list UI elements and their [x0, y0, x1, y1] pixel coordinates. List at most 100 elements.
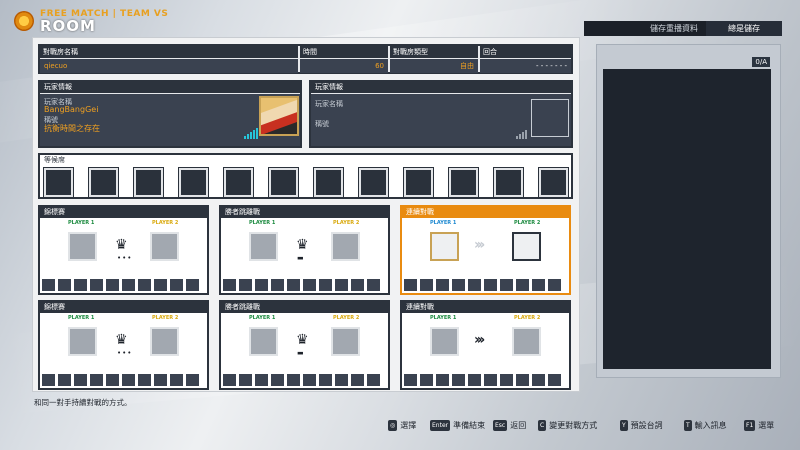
player2-label: PLAYER 2	[333, 315, 360, 321]
player2-label: PLAYER 2	[514, 220, 541, 226]
dpad-icon: ◎	[388, 420, 398, 431]
match-card-tournament[interactable]: 錦標賽 PLAYER 1 PLAYER 2 ♛ •••	[38, 205, 209, 295]
match-title: 錦標賽	[40, 302, 207, 313]
waiting-slot-1[interactable]	[43, 167, 74, 198]
connection-signal-icon	[516, 130, 527, 139]
room-name-value: qiecuo	[40, 59, 298, 73]
waiting-slot-8[interactable]	[358, 167, 389, 198]
room-main-panel: 對戰房名稱 時間 對戰房類型 回合 qiecuo 60 自由 - - - - -…	[32, 37, 580, 392]
player1-label: PLAYER 1	[249, 315, 276, 321]
match-slots	[42, 279, 199, 291]
waiting-slot-5[interactable]	[223, 167, 254, 198]
connection-signal-icon	[244, 128, 258, 139]
y-key-icon: Y	[620, 420, 628, 431]
player2-label: PLAYER 2	[333, 220, 360, 226]
control-preset-lines[interactable]: Y 預設台詞	[620, 420, 663, 431]
player1-label: PLAYER 1	[430, 220, 457, 226]
character-portrait	[259, 96, 299, 136]
save-replay-setting[interactable]: 儲存重播資料 總是儲存	[584, 21, 782, 36]
waiting-slot-4[interactable]	[178, 167, 209, 198]
match-title: 連續對戰	[402, 302, 569, 313]
empty-portrait-slot	[531, 99, 569, 137]
waiting-slot-9[interactable]	[403, 167, 434, 198]
player2-slot	[331, 232, 360, 261]
save-replay-value[interactable]: 總是儲存	[706, 21, 782, 36]
control-label: 預設台詞	[630, 421, 663, 430]
chat-log[interactable]	[603, 69, 771, 369]
match-card-continuous[interactable]: 連續對戰 PLAYER 1 PLAYER 2 ›››	[400, 300, 571, 390]
match-title: 勝者跳離戰	[221, 302, 388, 313]
chat-panel: 0/A	[596, 44, 781, 378]
player-info-header: 玩家情報	[311, 82, 571, 93]
player1-slot	[68, 232, 97, 261]
c-key-icon: C	[538, 420, 547, 431]
dots-icon: •••	[117, 349, 133, 357]
control-select[interactable]: ◎ 選擇	[388, 420, 416, 431]
control-change-mode[interactable]: C 變更對戰方式	[538, 420, 597, 431]
page-title: ROOM	[40, 17, 96, 35]
control-back[interactable]: Esc 返回	[493, 420, 526, 431]
room-type-value: 自由	[390, 59, 478, 73]
crown-icon: ♛	[115, 332, 128, 348]
player1-label: PLAYER 1	[68, 220, 95, 226]
player2-label: PLAYER 2	[152, 220, 179, 226]
player2-label: PLAYER 2	[152, 315, 179, 321]
control-ready[interactable]: Enter 準備結束	[430, 420, 485, 431]
room-type-header: 對戰房類型	[390, 46, 478, 58]
waiting-slot-7[interactable]	[313, 167, 344, 198]
player2-slot	[150, 327, 179, 356]
player-name: BangBangGei	[44, 105, 99, 114]
crown-icon: ♛	[296, 332, 309, 348]
match-slots	[42, 374, 199, 386]
player1-label: PLAYER 1	[68, 315, 95, 321]
player1-portrait	[430, 232, 459, 261]
player-info-header: 玩家情報	[40, 82, 300, 93]
room-name-header: 對戰房名稱	[40, 46, 298, 58]
control-label: 返回	[510, 421, 527, 430]
player1-slot	[249, 232, 278, 261]
match-card-tournament[interactable]: 錦標賽 PLAYER 1 PLAYER 2 ♛ •••	[38, 300, 209, 390]
bar-icon: ▬	[297, 254, 305, 262]
player1-slot	[249, 327, 278, 356]
help-text: 和同一對手持續對戰的方式。	[34, 398, 132, 407]
t-key-icon: T	[684, 420, 692, 431]
waiting-slot-6[interactable]	[268, 167, 299, 198]
player-info-right[interactable]: 玩家情報 玩家名稱 稱號	[309, 80, 573, 148]
player2-slot	[331, 327, 360, 356]
player1-slot	[430, 327, 459, 356]
control-menu[interactable]: F1 選單	[744, 420, 774, 431]
match-slots	[404, 374, 561, 386]
control-label: 變更對戰方式	[549, 421, 598, 430]
player2-label: PLAYER 2	[514, 315, 541, 321]
crown-icon: ♛	[115, 237, 128, 253]
mode-icon	[14, 11, 34, 31]
control-label: 選單	[758, 421, 775, 430]
esc-key-icon: Esc	[493, 420, 508, 431]
waiting-slot-3[interactable]	[133, 167, 164, 198]
player-info-left[interactable]: 玩家情報 玩家名稱 BangBangGei 稱號 抗衡時間之存在	[38, 80, 302, 148]
waiting-slot-10[interactable]	[448, 167, 479, 198]
crown-icon: ♛	[296, 237, 309, 253]
bar-icon: ▬	[297, 349, 305, 357]
match-title: 連續對戰	[402, 207, 569, 218]
player-title: 抗衡時間之存在	[44, 124, 100, 133]
control-label: 準備結束	[453, 421, 486, 430]
control-label: 輸入訊息	[694, 421, 727, 430]
save-replay-label: 儲存重播資料	[650, 24, 698, 33]
f1-key-icon: F1	[744, 420, 756, 431]
player2-slot	[150, 232, 179, 261]
time-value: 60	[300, 59, 388, 73]
match-card-winner-out[interactable]: 勝者跳離戰 PLAYER 1 PLAYER 2 ♛ ▬	[219, 205, 390, 295]
waiting-slot-11[interactable]	[493, 167, 524, 198]
waiting-slot-12[interactable]	[538, 167, 569, 198]
waiting-slot-2[interactable]	[88, 167, 119, 198]
control-input-message[interactable]: T 輸入訊息	[684, 420, 727, 431]
player1-label: PLAYER 1	[249, 220, 276, 226]
player2-slot	[512, 232, 541, 261]
round-value: - - - - - - -	[480, 59, 571, 73]
match-slots	[404, 279, 561, 291]
match-card-continuous[interactable]: 連續對戰 PLAYER 1 PLAYER 2 ›››	[400, 205, 571, 295]
chat-badge: 0/A	[752, 57, 770, 67]
enter-key-icon: Enter	[430, 420, 451, 431]
match-card-winner-out[interactable]: 勝者跳離戰 PLAYER 1 PLAYER 2 ♛ ▬	[219, 300, 390, 390]
